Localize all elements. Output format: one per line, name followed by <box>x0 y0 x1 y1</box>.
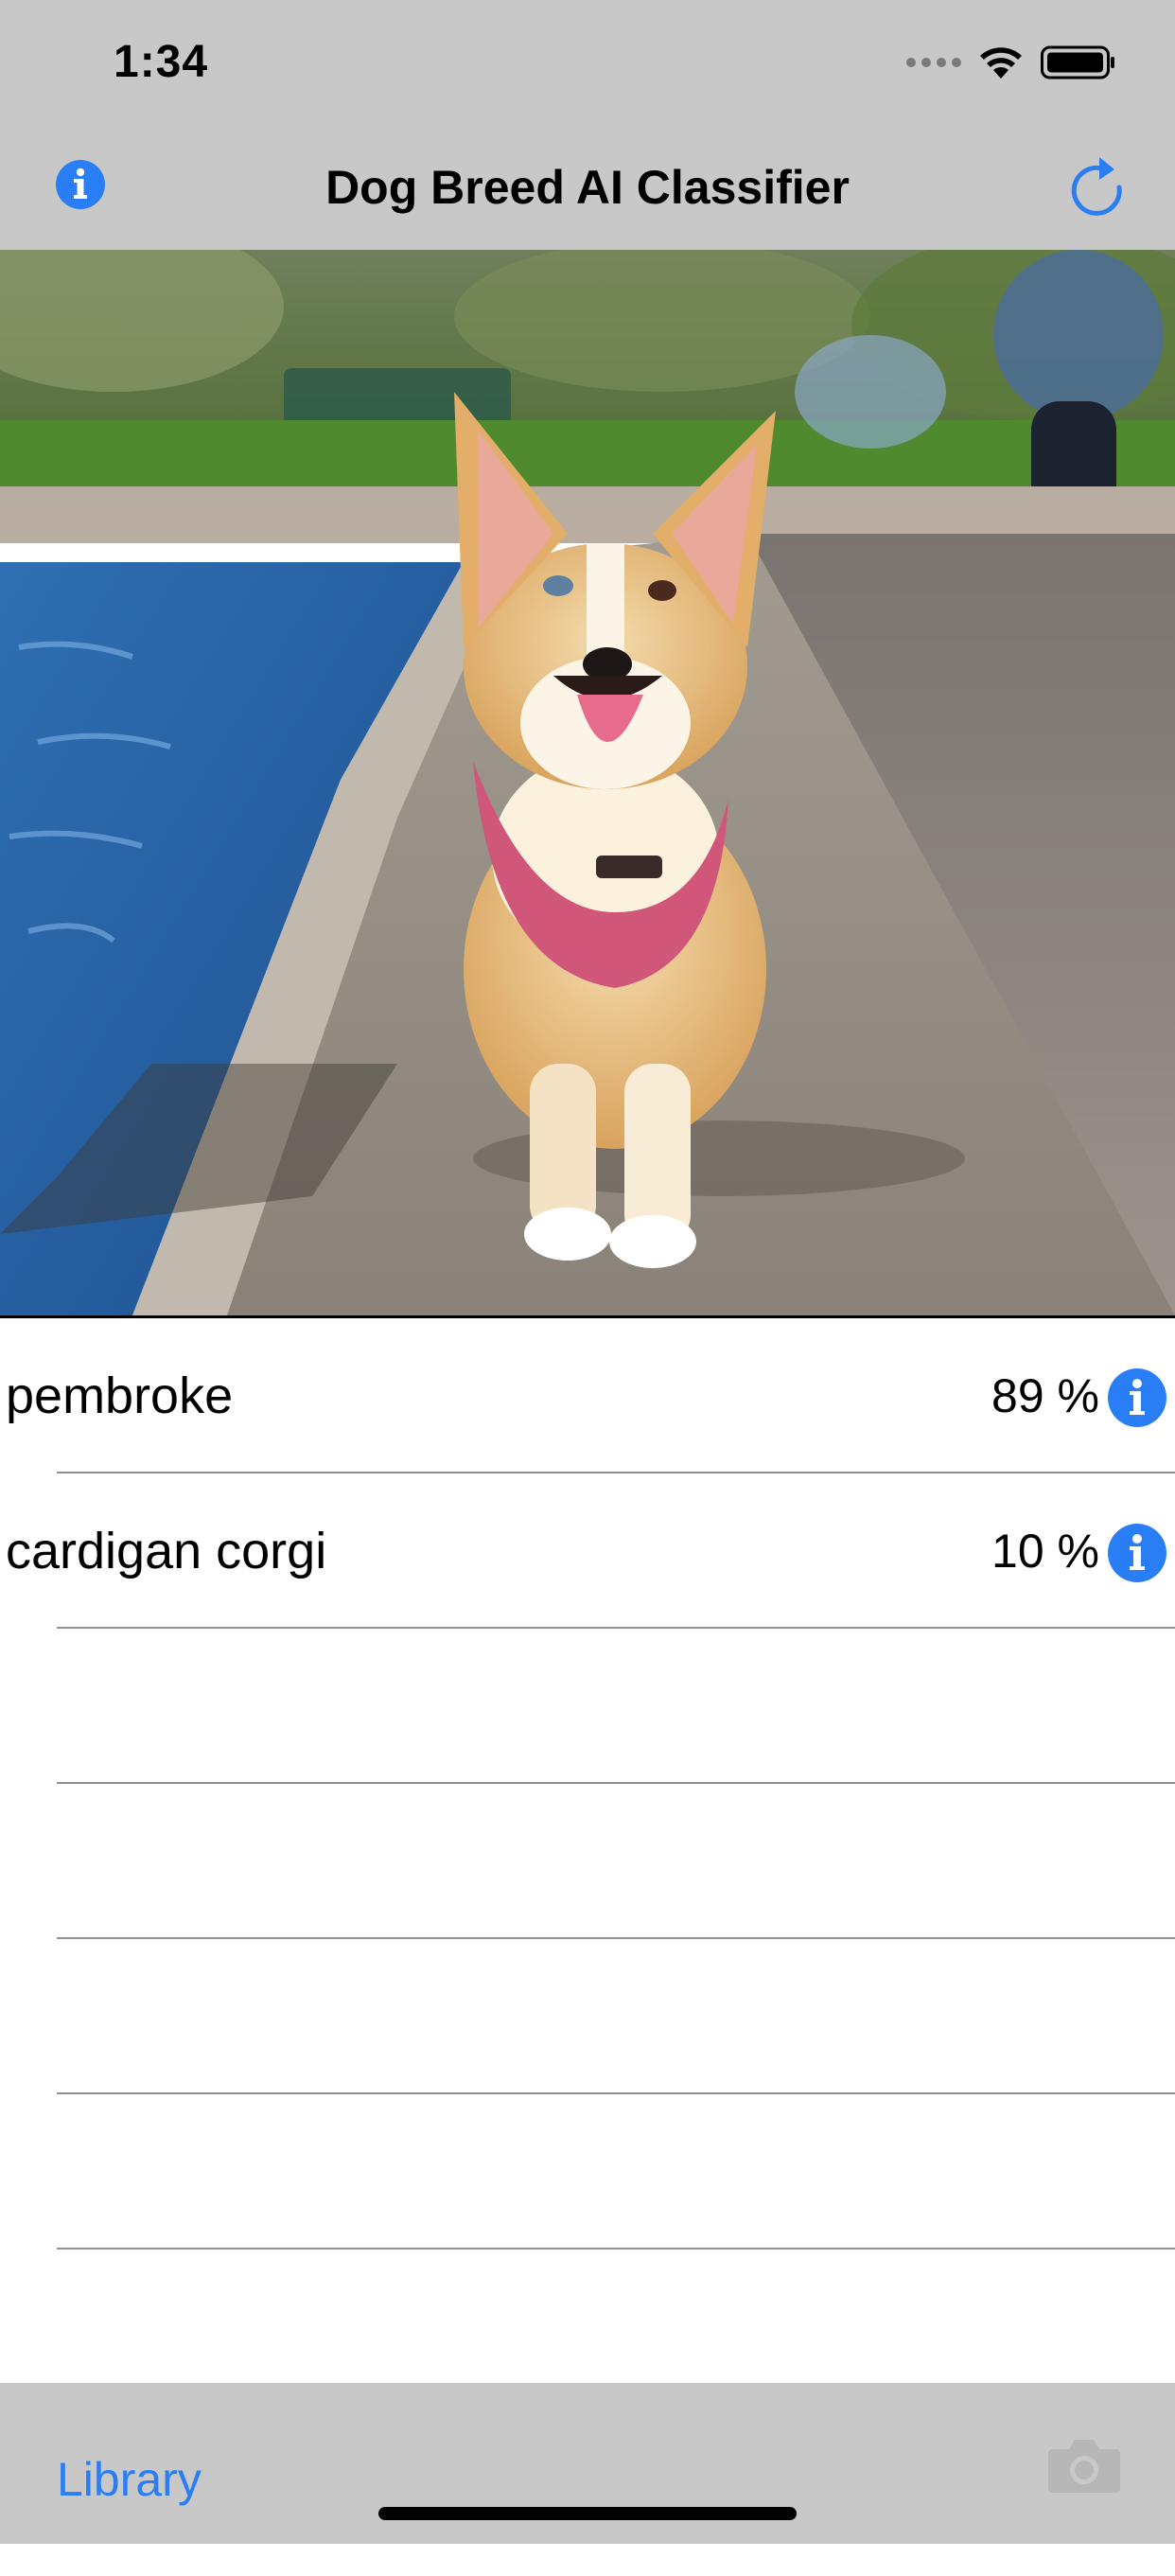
empty-row <box>0 1939 1175 2094</box>
info-icon[interactable] <box>55 159 106 210</box>
list-item[interactable]: pembroke 89 % <box>0 1318 1175 1473</box>
status-icons <box>906 44 1116 81</box>
refresh-icon[interactable] <box>1065 153 1128 220</box>
page-title: Dog Breed AI Classifier <box>325 161 850 214</box>
library-button[interactable]: Library <box>57 2383 202 2576</box>
info-icon[interactable] <box>1107 1367 1167 1428</box>
empty-row <box>0 1784 1175 1939</box>
status-time: 1:34 <box>114 37 209 87</box>
corgi-photo <box>0 250 1175 1318</box>
camera-icon[interactable] <box>1046 2434 1122 2495</box>
empty-row <box>0 1629 1175 1784</box>
confidence-percent: 89 % <box>991 1369 1099 1422</box>
status-bar: 1:34 <box>0 0 1175 125</box>
cellular-signal-icon <box>906 58 961 67</box>
battery-icon <box>1041 45 1114 79</box>
home-indicator[interactable] <box>378 2507 797 2520</box>
list-item[interactable]: cardigan corgi 10 % <box>0 1473 1175 1629</box>
navigation-bar: Dog Breed AI Classifier <box>0 125 1175 250</box>
confidence-percent: 10 % <box>991 1525 1099 1578</box>
info-icon[interactable] <box>1107 1523 1167 1583</box>
empty-row <box>0 2094 1175 2250</box>
wifi-icon <box>980 47 1022 79</box>
breed-name: cardigan corgi <box>6 1523 327 1579</box>
row-separator <box>57 2248 1175 2250</box>
breed-name: pembroke <box>6 1367 234 1424</box>
